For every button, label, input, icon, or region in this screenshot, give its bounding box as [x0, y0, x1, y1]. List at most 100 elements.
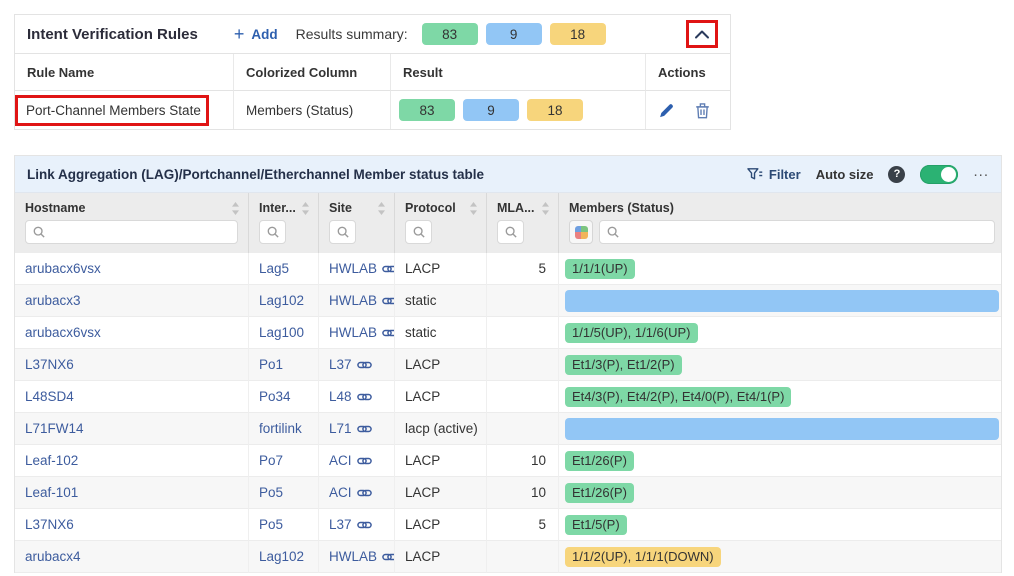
members-badge: Et1/3(P), Et1/2(P) [565, 355, 682, 375]
site-cell: L37 [319, 509, 395, 541]
lag-panel-header: Link Aggregation (LAG)/Portchannel/Ether… [15, 156, 1001, 193]
hostname-search-input[interactable] [25, 220, 238, 244]
hostname-link[interactable]: arubacx3 [25, 293, 81, 308]
hostname-link[interactable]: L71FW14 [25, 421, 84, 436]
site-link[interactable]: HWLAB [329, 261, 377, 276]
site-search-button[interactable] [329, 220, 356, 244]
edit-rule-button[interactable] [658, 102, 675, 119]
chevron-up-icon[interactable] [694, 29, 710, 39]
hostname-link[interactable]: arubacx6vsx [25, 261, 101, 276]
site-link[interactable]: ACI [329, 485, 352, 500]
hostname-filter-cell [15, 219, 249, 253]
hostname-link[interactable]: arubacx4 [25, 549, 81, 564]
table-row: L37NX6 Po1 L37 LACP Et1/3(P), Et1/2(P) [15, 349, 1001, 381]
rule-name-text[interactable]: Port-Channel Members State [26, 103, 201, 118]
colorize-button[interactable] [569, 220, 593, 244]
lag-member-status-panel: Link Aggregation (LAG)/Portchannel/Ether… [14, 155, 1002, 573]
sort-icon[interactable] [301, 202, 310, 215]
mlag-search-button[interactable] [497, 220, 524, 244]
mlag-cell [487, 381, 559, 413]
interface-link[interactable]: fortilink [259, 421, 302, 436]
col-interfaces[interactable]: Inter... [249, 193, 319, 219]
actions-cell [645, 91, 730, 129]
result-badge-warn: 18 [527, 99, 583, 121]
summary-badge-info: 9 [486, 23, 542, 45]
interface-link[interactable]: Lag100 [259, 325, 304, 340]
hostname-link[interactable]: Leaf-101 [25, 485, 78, 500]
protocol-cell: lacp (active) [395, 413, 487, 445]
interface-cell: Lag102 [249, 285, 319, 317]
annotation-highlight-collapse [686, 20, 718, 48]
summary-badges: 83 9 18 [422, 23, 606, 45]
protocol-cell: LACP [395, 381, 487, 413]
table-row: L37NX6Po5L37LACP5Et1/5(P) [15, 509, 1001, 541]
site-link[interactable]: L37 [329, 357, 352, 372]
site-cell: HWLAB [319, 253, 395, 285]
hostname-link[interactable]: L48SD4 [25, 389, 74, 404]
protocol-cell: LACP [395, 349, 487, 381]
hostname-link[interactable]: arubacx6vsx [25, 325, 101, 340]
link-icon [357, 392, 372, 402]
protocol-cell: LACP [395, 253, 487, 285]
interface-link[interactable]: Lag102 [259, 549, 304, 564]
site-link[interactable]: HWLAB [329, 549, 377, 564]
members-badge [565, 290, 999, 312]
col-mlag[interactable]: MLA... [487, 193, 559, 219]
members-badge: Et1/5(P) [565, 515, 627, 535]
search-icon [267, 226, 279, 238]
mlag-cell [487, 285, 559, 317]
members-cell: Et4/3(P), Et4/2(P), Et4/0(P), Et4/1(P) [559, 381, 1001, 413]
intent-verification-rules-panel: Intent Verification Rules + Add Results … [14, 14, 731, 130]
hostname-cell: L37NX6 [15, 349, 249, 381]
help-icon[interactable]: ? [888, 166, 905, 183]
interface-link[interactable]: Lag102 [259, 293, 304, 308]
rules-panel-header: Intent Verification Rules + Add Results … [15, 15, 730, 53]
site-link[interactable]: L71 [329, 421, 352, 436]
colorize-icon [575, 226, 588, 239]
hostname-cell: arubacx6vsx [15, 253, 249, 285]
delete-rule-button[interactable] [695, 102, 710, 119]
sort-icon[interactable] [469, 202, 478, 215]
hostname-link[interactable]: Leaf-102 [25, 453, 78, 468]
more-options-icon[interactable]: ... [973, 164, 989, 185]
autosize-label: Auto size [816, 167, 874, 182]
sort-icon[interactable] [377, 202, 386, 215]
site-cell: L37 [319, 349, 395, 381]
members-cell: Et1/26(P) [559, 445, 1001, 477]
interface-link[interactable]: Po1 [259, 357, 283, 372]
interface-link[interactable]: Lag5 [259, 261, 289, 276]
col-protocol[interactable]: Protocol [395, 193, 487, 219]
site-link[interactable]: L37 [329, 517, 352, 532]
toggle-knob [941, 167, 956, 182]
mlag-cell [487, 413, 559, 445]
members-search-input[interactable] [599, 220, 995, 244]
members-cell: 1/1/2(UP), 1/1/1(DOWN) [559, 541, 1001, 573]
interface-link[interactable]: Po7 [259, 453, 283, 468]
link-icon [382, 328, 395, 338]
col-hostname[interactable]: Hostname [15, 193, 249, 219]
sort-icon[interactable] [541, 202, 550, 215]
autosize-toggle[interactable] [920, 165, 958, 184]
hostname-link[interactable]: L37NX6 [25, 357, 74, 372]
site-link[interactable]: HWLAB [329, 293, 377, 308]
hostname-cell: arubacx3 [15, 285, 249, 317]
filter-button[interactable]: Filter [747, 167, 801, 182]
interface-link[interactable]: Po5 [259, 517, 283, 532]
site-link[interactable]: HWLAB [329, 325, 377, 340]
interface-link[interactable]: Po34 [259, 389, 291, 404]
add-rule-button[interactable]: + Add [234, 25, 278, 43]
interfaces-search-button[interactable] [259, 220, 286, 244]
site-link[interactable]: L48 [329, 389, 352, 404]
hostname-link[interactable]: L37NX6 [25, 517, 74, 532]
search-icon [337, 226, 349, 238]
protocol-cell: LACP [395, 541, 487, 573]
interface-link[interactable]: Po5 [259, 485, 283, 500]
sort-icon[interactable] [231, 202, 240, 215]
site-cell: ACI [319, 445, 395, 477]
interface-cell: Po5 [249, 509, 319, 541]
mlag-filter-cell [487, 219, 559, 253]
site-link[interactable]: ACI [329, 453, 352, 468]
protocol-search-button[interactable] [405, 220, 432, 244]
col-site[interactable]: Site [319, 193, 395, 219]
interface-cell: Po1 [249, 349, 319, 381]
